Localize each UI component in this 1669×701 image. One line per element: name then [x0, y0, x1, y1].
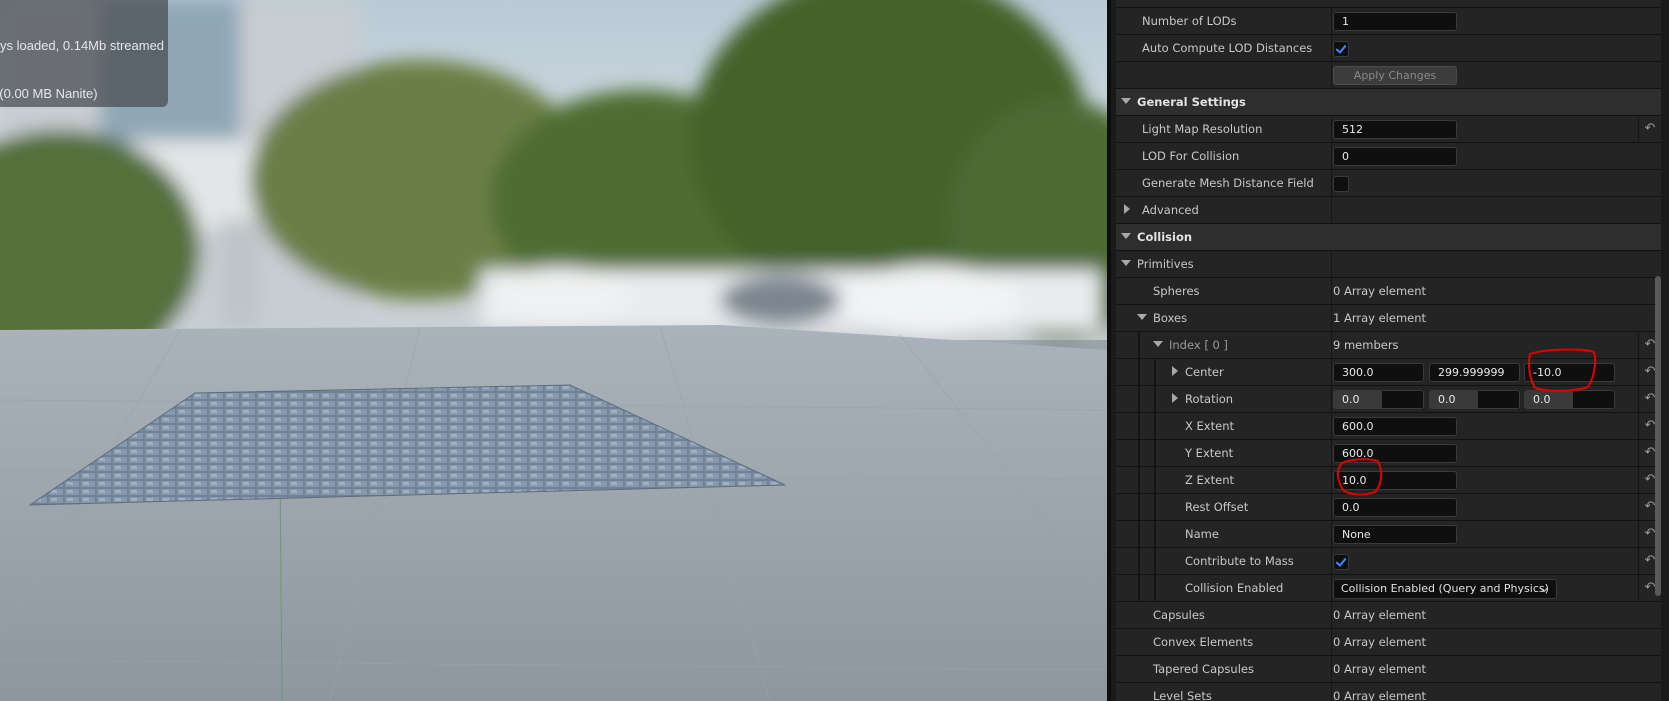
level-viewport[interactable]: ys loaded, 0.14Mb streamed B (0.00 MB Na… — [0, 0, 1107, 701]
row-z-extent: Z Extent 10.0 ↶ — [1116, 467, 1661, 494]
rotation-pitch-value: 0.0 — [1438, 393, 1456, 406]
collapse-triangle-icon — [1172, 366, 1178, 376]
boxes-label: Boxes — [1153, 311, 1188, 325]
apply-changes-button[interactable]: Apply Changes — [1333, 66, 1457, 85]
collision-enabled-label: Collision Enabled — [1185, 581, 1284, 595]
category-collision[interactable]: Collision — [1116, 224, 1661, 251]
collision-label: Collision — [1137, 230, 1193, 244]
expand-triangle-icon — [1121, 98, 1131, 104]
x-extent-label: X Extent — [1185, 419, 1234, 433]
collapse-triangle-icon — [1124, 204, 1130, 214]
center-z-input[interactable]: -10.0 — [1524, 363, 1615, 382]
number-of-lods-label: Number of LODs — [1142, 14, 1237, 28]
row-level-sets: Level Sets 0 Array element — [1116, 683, 1661, 701]
index-0-label: Index [ 0 ] — [1169, 338, 1228, 352]
rest-offset-input[interactable]: 0.0 — [1333, 498, 1457, 517]
general-settings-label: General Settings — [1137, 95, 1246, 109]
rotation-yaw-slider[interactable]: 0.0 — [1524, 390, 1615, 409]
details-scrollbar[interactable] — [1655, 276, 1661, 596]
row-rest-offset: Rest Offset 0.0 ↶ — [1116, 494, 1661, 521]
index-0-value: 9 members — [1333, 338, 1399, 352]
z-extent-label: Z Extent — [1185, 473, 1234, 487]
row-light-map-resolution: Light Map Resolution 512 ↶ — [1116, 116, 1661, 143]
contribute-to-mass-label: Contribute to Mass — [1185, 554, 1294, 568]
boxes-value: 1 Array element — [1333, 311, 1427, 325]
row-top-partial — [1116, 0, 1661, 8]
center-x-input[interactable]: 300.0 — [1333, 363, 1424, 382]
row-spheres: Spheres 0 Array element — [1116, 278, 1661, 305]
capsules-label: Capsules — [1153, 608, 1205, 622]
row-convex-elements: Convex Elements 0 Array element — [1116, 629, 1661, 656]
auto-compute-lod-label: Auto Compute LOD Distances — [1142, 41, 1313, 55]
auto-compute-lod-checkbox[interactable] — [1333, 41, 1349, 57]
stats-streaming-text: ys loaded, 0.14Mb streamed — [0, 38, 165, 53]
row-center: Center 300.0 299.999999 -10.0 ↶ — [1116, 359, 1661, 386]
row-primitives[interactable]: Primitives — [1116, 251, 1661, 278]
row-rotation: Rotation 0.0 0.0 0.0 ↶ — [1116, 386, 1661, 413]
center-label: Center — [1185, 365, 1224, 379]
row-index-0[interactable]: Index [ 0 ] 9 members ↶ — [1116, 332, 1661, 359]
level-sets-label: Level Sets — [1153, 689, 1212, 701]
tapered-capsules-label: Tapered Capsules — [1153, 662, 1254, 676]
checkmark-icon — [1335, 42, 1347, 54]
row-number-of-lods: Number of LODs 1 — [1116, 8, 1661, 35]
row-x-extent: X Extent 600.0 ↶ — [1116, 413, 1661, 440]
expand-triangle-icon — [1121, 233, 1131, 239]
rotation-roll-value: 0.0 — [1342, 393, 1360, 406]
name-label: Name — [1185, 527, 1219, 541]
collapse-triangle-icon — [1172, 393, 1178, 403]
row-auto-compute-lod: Auto Compute LOD Distances — [1116, 35, 1661, 62]
collision-enabled-value: Collision Enabled (Query and Physics) — [1341, 582, 1549, 595]
y-extent-label: Y Extent — [1185, 446, 1234, 460]
capsules-value: 0 Array element — [1333, 608, 1427, 622]
expand-triangle-icon — [1137, 314, 1147, 320]
rotation-label: Rotation — [1185, 392, 1234, 406]
rotation-yaw-value: 0.0 — [1533, 393, 1551, 406]
expand-triangle-icon — [1121, 260, 1131, 266]
stats-memory-text: B (0.00 MB Nanite) — [0, 86, 98, 101]
number-of-lods-input[interactable]: 1 — [1333, 12, 1457, 31]
convex-elements-value: 0 Array element — [1333, 635, 1427, 649]
rest-offset-label: Rest Offset — [1185, 500, 1249, 514]
generate-mesh-distance-field-checkbox[interactable] — [1333, 176, 1349, 192]
details-panel: Number of LODs 1 Auto Compute LOD Distan… — [1107, 0, 1669, 701]
row-advanced[interactable]: Advanced — [1116, 197, 1661, 224]
row-apply-changes: Apply Changes — [1116, 62, 1661, 89]
lod-for-collision-input[interactable]: 0 — [1333, 147, 1457, 166]
y-extent-input[interactable]: 600.0 — [1333, 444, 1457, 463]
stats-overlay: ys loaded, 0.14Mb streamed B (0.00 MB Na… — [0, 0, 168, 107]
light-map-resolution-label: Light Map Resolution — [1142, 122, 1263, 136]
light-map-resolution-input[interactable]: 512 — [1333, 120, 1457, 139]
expand-triangle-icon — [1153, 341, 1163, 347]
level-sets-value: 0 Array element — [1333, 689, 1427, 701]
advanced-label: Advanced — [1142, 203, 1199, 217]
primitives-label: Primitives — [1137, 257, 1194, 271]
row-name: Name None ↶ — [1116, 521, 1661, 548]
contribute-to-mass-checkbox[interactable] — [1333, 554, 1349, 570]
category-general-settings[interactable]: General Settings — [1116, 89, 1661, 116]
row-collision-enabled: Collision Enabled Collision Enabled (Que… — [1116, 575, 1661, 602]
collision-enabled-dropdown[interactable]: Collision Enabled (Query and Physics) — [1333, 579, 1557, 599]
rotation-pitch-slider[interactable]: 0.0 — [1429, 390, 1520, 409]
z-extent-input[interactable]: 10.0 — [1333, 471, 1457, 490]
row-lod-for-collision: LOD For Collision 0 — [1116, 143, 1661, 170]
row-contribute-to-mass: Contribute to Mass ↶ — [1116, 548, 1661, 575]
row-capsules: Capsules 0 Array element — [1116, 602, 1661, 629]
rotation-roll-slider[interactable]: 0.0 — [1333, 390, 1424, 409]
lod-for-collision-label: LOD For Collision — [1142, 149, 1240, 163]
spheres-value: 0 Array element — [1333, 284, 1427, 298]
checkmark-icon — [1335, 555, 1347, 567]
tapered-capsules-value: 0 Array element — [1333, 662, 1427, 676]
generate-mesh-distance-field-label: Generate Mesh Distance Field — [1142, 176, 1314, 190]
row-boxes[interactable]: Boxes 1 Array element — [1116, 305, 1661, 332]
center-y-input[interactable]: 299.999999 — [1429, 363, 1520, 382]
row-tapered-capsules: Tapered Capsules 0 Array element — [1116, 656, 1661, 683]
x-extent-input[interactable]: 600.0 — [1333, 417, 1457, 436]
spheres-label: Spheres — [1153, 284, 1200, 298]
convex-elements-label: Convex Elements — [1153, 635, 1254, 649]
reset-arrow-icon[interactable]: ↶ — [1638, 116, 1661, 142]
name-input[interactable]: None — [1333, 525, 1457, 544]
row-y-extent: Y Extent 600.0 ↶ — [1116, 440, 1661, 467]
row-generate-mesh-distance-field: Generate Mesh Distance Field — [1116, 170, 1661, 197]
